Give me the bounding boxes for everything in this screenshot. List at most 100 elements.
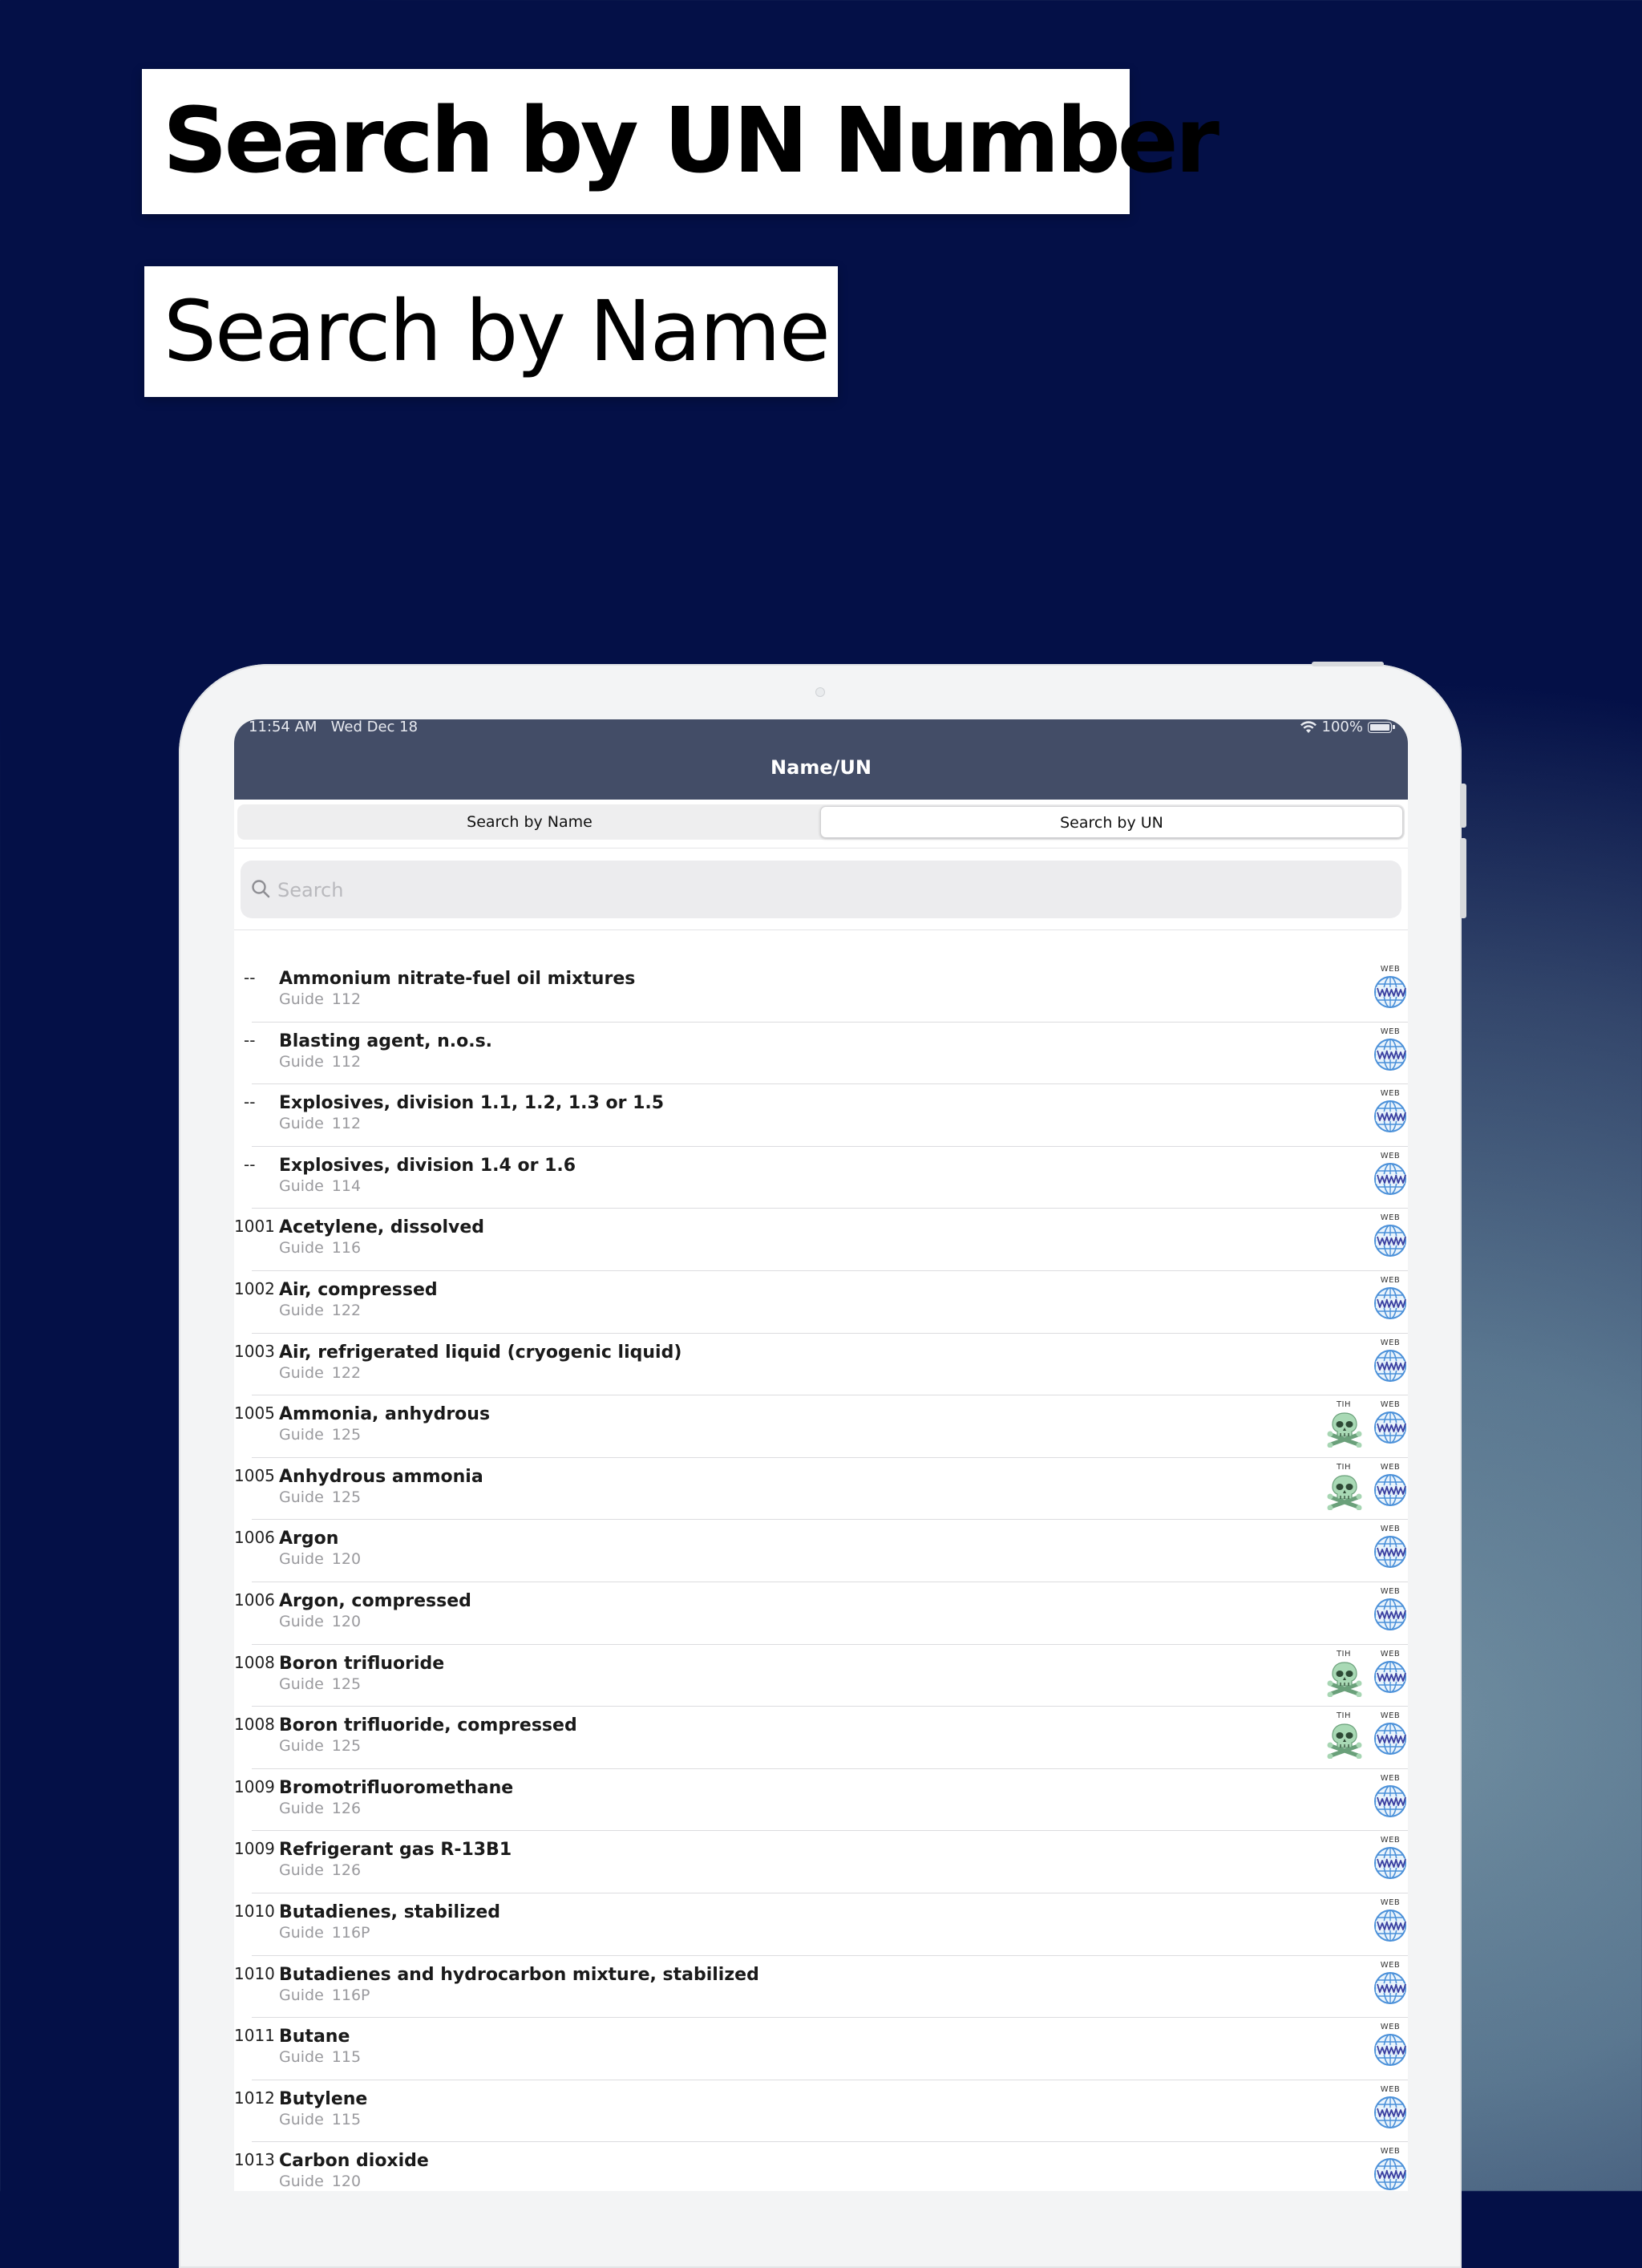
web-link-button[interactable]: WEB xyxy=(1373,1587,1408,1631)
material-name: Explosives, division 1.1, 1.2, 1.3 or 1.… xyxy=(279,1093,665,1114)
material-row[interactable]: -- Ammonium nitrate-fuel oil mixtures Guid… xyxy=(234,960,1408,1023)
web-link-button[interactable]: WEB xyxy=(1373,965,1408,1009)
guide-number: Guide 125 xyxy=(279,1426,361,1444)
web-link-button[interactable]: WEB xyxy=(1373,1898,1408,1942)
un-number: 1009 xyxy=(234,1839,275,1859)
tih-badge[interactable]: TIH xyxy=(1326,1711,1362,1760)
web-link-button[interactable]: WEB xyxy=(1373,1400,1408,1444)
material-name: Butadienes and hydrocarbon mixture, stab… xyxy=(279,1964,759,1985)
web-link-button[interactable]: WEB xyxy=(1373,1711,1408,1756)
web-link-button[interactable]: WEB xyxy=(1373,2147,1408,2191)
web-label: WEB xyxy=(1380,1027,1401,1036)
material-row[interactable]: 1009 Bromotrifluoromethane Guide 126 WEB xyxy=(234,1769,1408,1832)
web-link-button[interactable]: WEB xyxy=(1373,1027,1408,1071)
un-number: 1010 xyxy=(234,1963,275,1983)
tih-badge[interactable]: TIH xyxy=(1326,1400,1362,1448)
guide-number: Guide 116P xyxy=(279,1987,370,2004)
material-row[interactable]: 1009 Refrigerant gas R-13B1 Guide 126 WEB xyxy=(234,1831,1408,1893)
app-screen: 11:54 AM Wed Dec 18 100% Name/UN Search … xyxy=(234,719,1408,2191)
material-row[interactable]: 1005 Anhydrous ammonia Guide 125 TIH WEB xyxy=(234,1458,1408,1521)
material-row[interactable]: 1006 Argon, compressed Guide 120 WEB xyxy=(234,1582,1408,1645)
globe-www-icon xyxy=(1374,1038,1406,1071)
web-link-button[interactable]: WEB xyxy=(1373,2085,1408,2129)
material-row[interactable]: 1008 Boron trifluoride Guide 125 TIH WEB xyxy=(234,1645,1408,1707)
material-row[interactable]: -- Explosives, division 1.4 or 1.6 Guide 11… xyxy=(234,1147,1408,1209)
web-label: WEB xyxy=(1380,1649,1401,1658)
divider xyxy=(234,929,1408,930)
material-row[interactable]: 1002 Air, compressed Guide 122 WEB xyxy=(234,1271,1408,1334)
guide-label: Guide xyxy=(279,1301,324,1319)
web-label: WEB xyxy=(1380,2147,1401,2157)
segment-search-by-un[interactable]: Search by UN xyxy=(820,806,1403,838)
guide-label: Guide xyxy=(279,1363,324,1382)
guide-number: Guide 125 xyxy=(279,1675,361,1693)
guide-label: Guide xyxy=(279,1986,324,2004)
guide-value: 122 xyxy=(331,1301,362,1319)
web-link-button[interactable]: WEB xyxy=(1373,1525,1408,1569)
web-label: WEB xyxy=(1380,1275,1401,1285)
globe-www-icon xyxy=(1374,976,1406,1008)
web-link-button[interactable]: WEB xyxy=(1373,1650,1408,1694)
guide-label: Guide xyxy=(279,1923,324,1942)
tih-label: TIH xyxy=(1336,1400,1352,1410)
web-link-button[interactable]: WEB xyxy=(1373,1152,1408,1196)
un-number: 1010 xyxy=(234,1901,275,1921)
globe-www-icon xyxy=(1374,1100,1406,1133)
material-row[interactable]: 1013 Carbon dioxide Guide 120 WEB xyxy=(234,2142,1408,2191)
un-number: 1003 xyxy=(234,1341,275,1361)
web-link-button[interactable]: WEB xyxy=(1373,1089,1408,1133)
material-row[interactable]: 1005 Ammonia, anhydrous Guide 125 TIH WEB xyxy=(234,1395,1408,1458)
guide-value: 120 xyxy=(331,1550,362,1569)
material-name: Butane xyxy=(279,2027,350,2047)
guide-value: 112 xyxy=(331,1115,362,1133)
globe-www-icon xyxy=(1374,1225,1406,1258)
material-row[interactable]: 1003 Air, refrigerated liquid (cryogenic … xyxy=(234,1334,1408,1396)
material-row[interactable]: 1001 Acetylene, dissolved Guide 116 WEB xyxy=(234,1209,1408,1271)
guide-value: 125 xyxy=(331,1737,362,1756)
guide-label: Guide xyxy=(279,2048,324,2067)
web-link-button[interactable]: WEB xyxy=(1373,1276,1408,1320)
guide-value: 112 xyxy=(331,1052,362,1071)
material-row[interactable]: 1010 Butadienes and hydrocarbon mixture, … xyxy=(234,1956,1408,2019)
un-number: 1006 xyxy=(234,1528,275,1548)
globe-www-icon xyxy=(1374,1286,1406,1319)
material-row[interactable]: 1010 Butadienes, stabilized Guide 116P WEB xyxy=(234,1893,1408,1956)
guide-value: 125 xyxy=(331,1488,362,1506)
guide-value: 125 xyxy=(331,1675,362,1693)
un-number: 1008 xyxy=(234,1715,275,1735)
material-row[interactable]: -- Blasting agent, n.o.s. Guide 112 WEB xyxy=(234,1023,1408,1085)
guide-number: Guide 120 xyxy=(279,2173,361,2190)
material-row[interactable]: 1012 Butylene Guide 115 WEB xyxy=(234,2080,1408,2143)
tih-badge[interactable]: TIH xyxy=(1326,1650,1362,1697)
guide-number: Guide 112 xyxy=(279,1115,361,1132)
un-number: 1013 xyxy=(234,2150,275,2170)
guide-number: Guide 116 xyxy=(279,1239,361,1257)
un-number: -- xyxy=(244,1154,256,1174)
un-number: 1006 xyxy=(234,1590,275,1610)
web-link-button[interactable]: WEB xyxy=(1373,1339,1408,1383)
guide-value: 114 xyxy=(331,1177,362,1195)
skull-crossbones-icon xyxy=(1327,1661,1362,1697)
material-row[interactable]: 1011 Butane Guide 115 WEB xyxy=(234,2018,1408,2080)
web-link-button[interactable]: WEB xyxy=(1373,1213,1408,1258)
web-link-button[interactable]: WEB xyxy=(1373,1961,1408,2005)
segment-search-by-name[interactable]: Search by Name xyxy=(239,806,820,838)
globe-www-icon xyxy=(1374,2096,1406,2128)
tih-badge[interactable]: TIH xyxy=(1326,1463,1362,1510)
web-link-button[interactable]: WEB xyxy=(1373,1774,1408,1818)
guide-value: 122 xyxy=(331,1363,362,1382)
search-input[interactable] xyxy=(276,861,1385,920)
guide-label: Guide xyxy=(279,1239,324,1258)
material-row[interactable]: 1006 Argon Guide 120 WEB xyxy=(234,1520,1408,1582)
web-link-button[interactable]: WEB xyxy=(1373,1463,1408,1507)
globe-www-icon xyxy=(1374,1847,1406,1880)
material-row[interactable]: -- Explosives, division 1.1, 1.2, 1.3 or … xyxy=(234,1084,1408,1147)
web-link-button[interactable]: WEB xyxy=(1373,1836,1408,1880)
material-name: Boron trifluoride xyxy=(279,1653,445,1674)
search-icon xyxy=(252,880,270,898)
material-row[interactable]: 1008 Boron trifluoride, compressed Guide 12… xyxy=(234,1707,1408,1769)
web-link-button[interactable]: WEB xyxy=(1373,2023,1408,2067)
un-number: 1011 xyxy=(234,2026,275,2046)
material-list: -- Ammonium nitrate-fuel oil mixtures Guid… xyxy=(234,960,1408,2191)
guide-number: Guide 120 xyxy=(279,1550,361,1568)
